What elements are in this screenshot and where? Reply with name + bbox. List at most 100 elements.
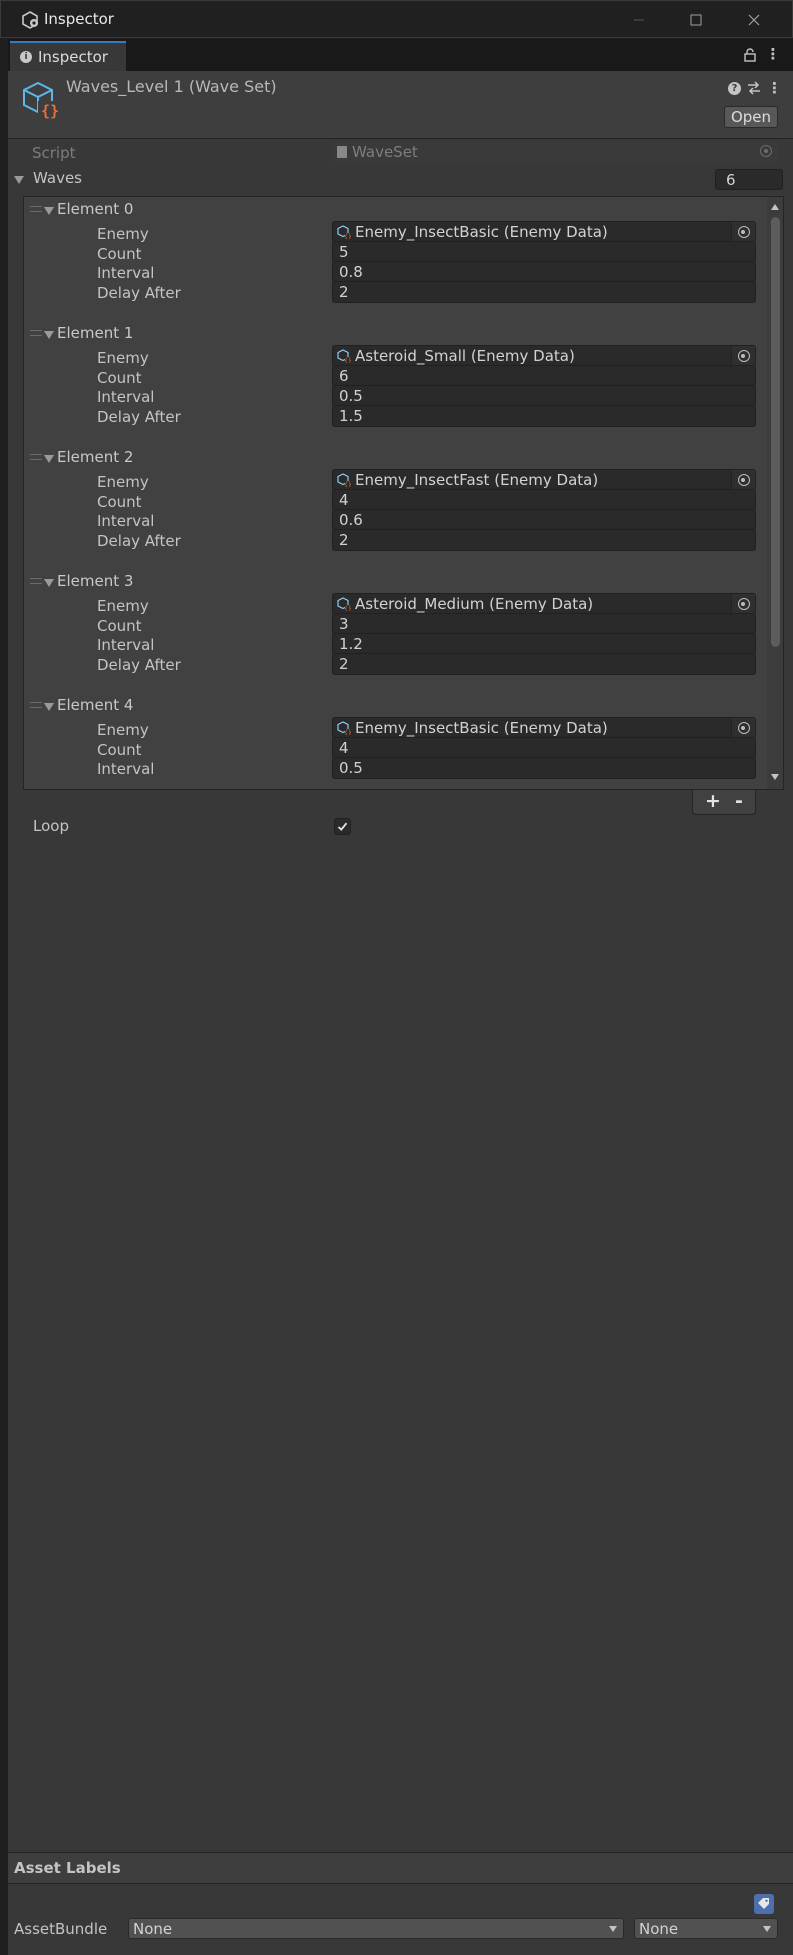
drag-handle[interactable] [30,330,42,336]
script-value: WaveSet [352,143,418,161]
waves-label[interactable]: Waves [33,169,82,187]
svg-text:{}: {} [344,482,351,488]
enemy-label: Enemy [97,349,149,367]
drag-handle[interactable] [30,578,42,584]
interval-field[interactable]: 0.5 [332,757,756,779]
enemy-label: Enemy [97,721,149,739]
tab-label: Inspector [38,48,108,66]
list-footer: + - [692,790,756,815]
waves-size-field[interactable]: 6 [715,169,783,190]
loop-checkbox[interactable] [334,818,351,835]
delay-after-label: Delay After [97,656,181,674]
delay-after-field[interactable]: 2 [332,529,756,551]
drag-handle[interactable] [30,702,42,708]
waves-foldout-arrow[interactable] [14,176,24,184]
scrollbar-thumb[interactable] [771,217,780,647]
window-title: Inspector [44,10,114,28]
component-menu-icon[interactable]: ⋮ [767,79,782,97]
tag-icon [758,1898,769,1909]
drag-handle[interactable] [30,206,42,212]
element-foldout-arrow[interactable] [44,703,54,711]
list-scrollbar[interactable] [767,197,783,789]
enemy-field[interactable]: {} Enemy_InsectFast (Enemy Data) [332,469,756,491]
enemy-label: Enemy [97,473,149,491]
presets-icon[interactable] [747,81,761,95]
enemy-value: Asteroid_Medium (Enemy Data) [355,595,594,613]
delay-after-field[interactable]: 1.5 [332,405,756,427]
enemy-value: Enemy_InsectBasic (Enemy Data) [355,223,608,241]
script-label: Script [32,144,76,162]
count-label: Count [97,369,142,387]
enemy-data-icon: {} [337,349,351,363]
asset-bundle-name-dropdown[interactable]: None [128,1918,624,1939]
svg-text:{}: {} [344,606,351,612]
count-field[interactable]: 6 [332,365,756,387]
enemy-picker-button[interactable] [731,594,755,614]
element-foldout-arrow[interactable] [44,455,54,463]
interval-field[interactable]: 0.8 [332,261,756,283]
waves-list: Element 0 Enemy {} Enemy_InsectBasic (En… [23,196,784,790]
count-field[interactable]: 5 [332,241,756,263]
enemy-field[interactable]: {} Enemy_InsectBasic (Enemy Data) [332,221,756,243]
close-icon [748,14,760,26]
tab-bar: i Inspector ⋮ [8,39,793,71]
enemy-picker-button[interactable] [731,346,755,366]
asset-bundle-variant-dropdown[interactable]: None [634,1918,778,1939]
count-field[interactable]: 4 [332,489,756,511]
delay-after-field[interactable]: 2 [332,281,756,303]
asset-bundle-variant-value: None [639,1919,679,1938]
enemy-picker-button[interactable] [731,222,755,242]
element-label[interactable]: Element 1 [57,324,133,342]
object-picker-icon [760,145,772,157]
enemy-field[interactable]: {} Enemy_InsectBasic (Enemy Data) [332,717,756,739]
scroll-down-arrow-icon[interactable] [771,774,779,780]
interval-field[interactable]: 0.6 [332,509,756,531]
dropdown-arrow-icon [763,1926,771,1932]
help-icon[interactable]: ? [728,81,741,95]
enemy-field[interactable]: {} Asteroid_Medium (Enemy Data) [332,593,756,615]
script-file-icon [337,146,347,158]
enemy-picker-button[interactable] [731,718,755,738]
delay-after-field[interactable]: 2 [332,653,756,675]
element-foldout-arrow[interactable] [44,207,54,215]
tab-inspector[interactable]: i Inspector [10,41,126,71]
svg-text:{}: {} [344,358,351,364]
element-foldout-arrow[interactable] [44,331,54,339]
minimize-button[interactable] [616,5,662,35]
open-button[interactable]: Open [724,106,778,128]
enemy-field[interactable]: {} Asteroid_Small (Enemy Data) [332,345,756,367]
interval-label: Interval [97,388,155,406]
asset-labels-bar[interactable]: Asset Labels [8,1852,793,1884]
count-field[interactable]: 3 [332,613,756,635]
asset-bundle-label: AssetBundle [14,1920,108,1938]
interval-label: Interval [97,636,155,654]
element-foldout-arrow[interactable] [44,579,54,587]
svg-text:{}: {} [344,730,351,736]
object-picker-icon [737,598,750,610]
add-element-button[interactable]: + [703,790,723,812]
element-label[interactable]: Element 0 [57,200,133,218]
remove-element-button[interactable]: - [729,790,749,812]
enemy-value: Enemy_InsectFast (Enemy Data) [355,471,599,489]
element-label[interactable]: Element 3 [57,572,133,590]
close-button[interactable] [731,5,777,35]
count-field[interactable]: 4 [332,737,756,759]
lock-icon[interactable] [742,47,758,63]
interval-field[interactable]: 1.2 [332,633,756,655]
scroll-up-arrow-icon[interactable] [771,204,779,210]
unity-inspector-icon [22,11,38,29]
script-picker-button[interactable] [754,141,778,161]
wave-set-asset-icon: {} [23,81,62,120]
checkmark-icon [337,822,348,831]
drag-handle[interactable] [30,454,42,460]
tab-menu-icon[interactable]: ⋮ [765,47,781,63]
interval-field[interactable]: 0.5 [332,385,756,407]
element-label[interactable]: Element 4 [57,696,133,714]
maximize-button[interactable] [673,5,719,35]
script-field[interactable]: WaveSet [332,141,778,163]
count-label: Count [97,617,142,635]
element-label[interactable]: Element 2 [57,448,133,466]
enemy-picker-button[interactable] [731,470,755,490]
window-titlebar[interactable]: Inspector [0,0,793,38]
asset-label-tag-icon[interactable] [754,1894,774,1914]
